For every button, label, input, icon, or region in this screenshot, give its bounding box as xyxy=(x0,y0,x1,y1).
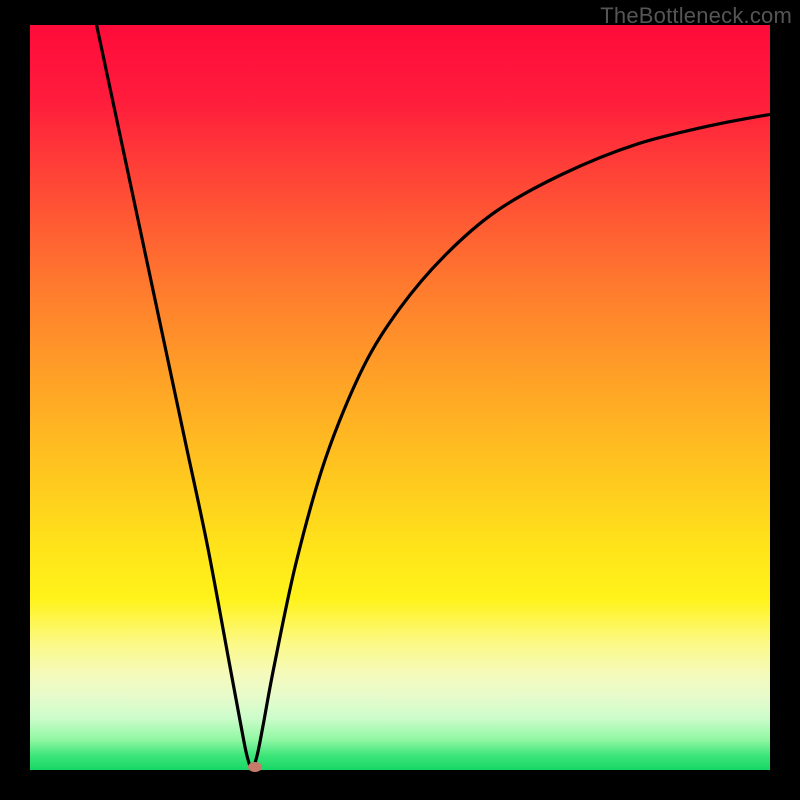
bottleneck-curve xyxy=(30,25,770,770)
corner-patch xyxy=(794,794,800,800)
optimal-point-marker xyxy=(248,762,262,772)
watermark-text: TheBottleneck.com xyxy=(600,3,792,29)
